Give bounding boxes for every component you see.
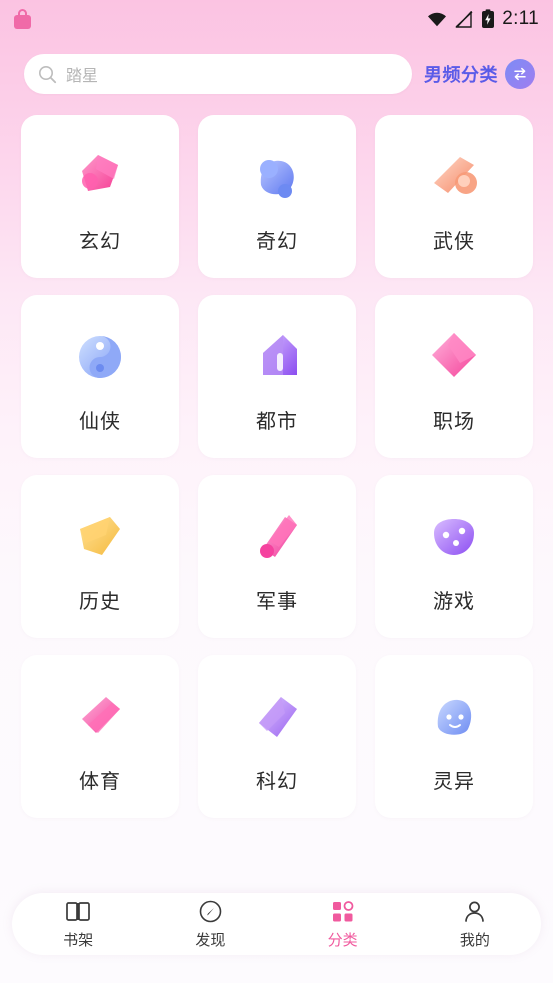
category-label: 科幻 — [256, 771, 298, 793]
军事-icon — [260, 515, 297, 558]
nav-label: 发现 — [195, 931, 226, 949]
wifi-icon — [428, 12, 447, 27]
category-card-dushi[interactable]: 都市 — [198, 295, 356, 458]
category-label: 军事 — [256, 591, 298, 613]
nav-label: 书架 — [63, 931, 94, 949]
category-card-junshi[interactable]: 军事 — [198, 475, 356, 638]
swap-button[interactable] — [505, 59, 535, 89]
category-label: 奇幻 — [256, 231, 298, 253]
category-card-youxi[interactable]: 游戏 — [375, 475, 533, 638]
nav-label: 我的 — [459, 931, 490, 949]
status-bar-right: 2:11 — [427, 8, 539, 30]
status-bar-clock: 2:11 — [502, 8, 539, 29]
category-label: 玄幻 — [79, 231, 121, 253]
category-card-wuxia[interactable]: 武侠 — [375, 115, 533, 278]
category-switch[interactable]: 男频分类 — [424, 59, 535, 89]
signal-off-icon — [455, 10, 473, 28]
category-card-kehuan[interactable]: 科幻 — [198, 655, 356, 818]
奇幻-icon — [260, 160, 294, 198]
grid-icon — [330, 899, 355, 924]
category-label: 武侠 — [433, 231, 475, 253]
武侠-icon — [434, 157, 477, 194]
nav-label: 分类 — [327, 931, 358, 949]
person-icon — [462, 899, 487, 924]
灵异-icon — [437, 699, 472, 735]
category-card-qihuan[interactable]: 奇幻 — [198, 115, 356, 278]
category-label: 仙侠 — [79, 411, 121, 433]
search-row: 踏星 男频分类 — [0, 38, 553, 106]
category-card-xuanhuan[interactable]: 玄幻 — [21, 115, 179, 278]
category-label: 游戏 — [433, 591, 475, 613]
玄幻-icon — [82, 155, 118, 191]
nav-item-category[interactable]: 分类 — [277, 899, 409, 950]
lock-icon — [14, 9, 31, 29]
仙侠-icon — [79, 336, 121, 378]
search-input-text: 踏星 — [66, 68, 99, 85]
category-label: 职场 — [433, 411, 475, 433]
category-label: 体育 — [79, 771, 121, 793]
category-card-lishi[interactable]: 历史 — [21, 475, 179, 638]
bottom-nav: 书架 发现 分类 我的 — [12, 893, 541, 955]
游戏-icon — [434, 519, 474, 555]
category-label: 历史 — [79, 591, 121, 613]
科幻-icon — [259, 697, 297, 737]
battery-charging-icon — [482, 9, 495, 28]
nav-item-discover[interactable]: 发现 — [144, 899, 276, 950]
category-card-lingyi[interactable]: 灵异 — [375, 655, 533, 818]
swap-icon — [514, 67, 526, 81]
category-card-xianxia[interactable]: 仙侠 — [21, 295, 179, 458]
status-bar: 2:11 — [0, 0, 553, 38]
category-card-zhichang[interactable]: 职场 — [375, 295, 533, 458]
category-label: 都市 — [256, 411, 298, 433]
category-grid: 玄幻 奇幻 武侠 仙侠 都市 职场 历史 军事 游戏 体育 科幻 灵异 — [0, 106, 553, 818]
职场-icon — [432, 333, 476, 377]
search-icon — [39, 65, 57, 83]
app-screen: 2:11 踏星 男频分类 玄幻 奇幻 武侠 仙侠 都市 职场 历史 军事 游戏 … — [0, 0, 553, 983]
search-input[interactable]: 踏星 — [24, 54, 412, 94]
category-switch-label: 男频分类 — [424, 65, 498, 85]
都市-icon — [263, 335, 297, 375]
status-bar-left — [14, 9, 427, 29]
compass-icon — [198, 899, 223, 924]
nav-item-bookshelf[interactable]: 书架 — [12, 899, 144, 950]
nav-item-mine[interactable]: 我的 — [409, 899, 541, 950]
category-label: 灵异 — [433, 771, 475, 793]
category-card-tiyu[interactable]: 体育 — [21, 655, 179, 818]
体育-icon — [82, 697, 120, 733]
历史-icon — [80, 517, 120, 555]
bookshelf-icon — [65, 899, 91, 924]
